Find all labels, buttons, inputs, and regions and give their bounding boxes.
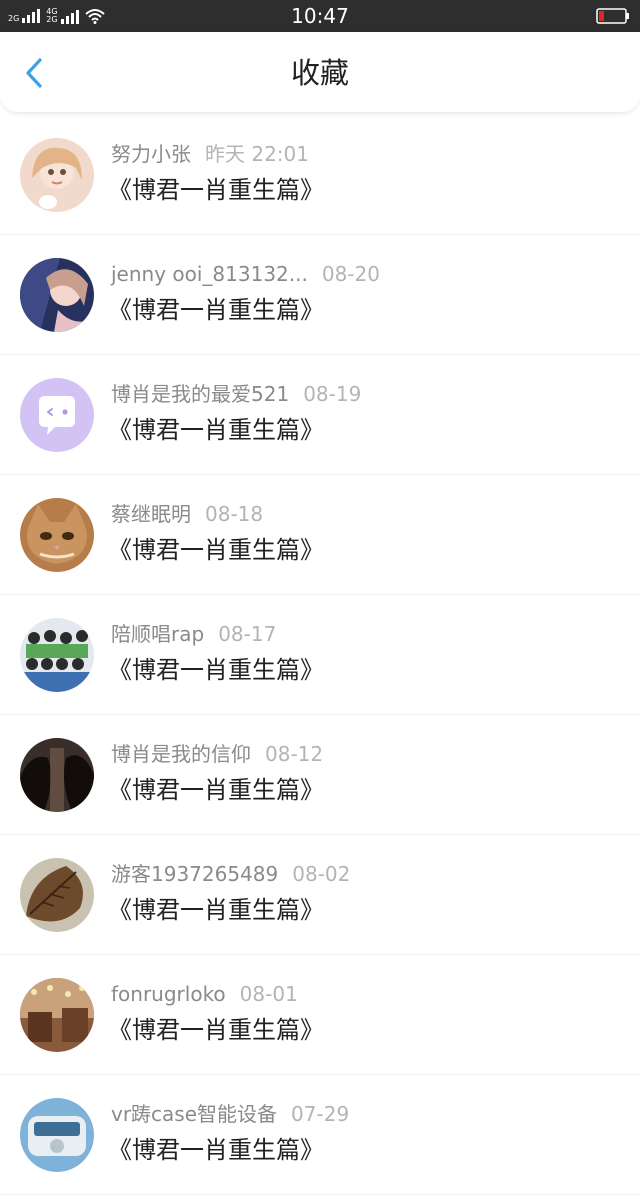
list-item[interactable]: 陪顺唱rap 08-17 《博君一肖重生篇》 (0, 595, 640, 715)
item-time: 昨天 22:01 (205, 142, 309, 166)
item-time: 08-17 (218, 622, 277, 646)
item-meta: fonrugrloko 08-01 (111, 981, 298, 1007)
list-item[interactable]: 游客1937265489 08-02 《博君一肖重生篇》 (0, 835, 640, 955)
item-time: 08-18 (205, 502, 264, 526)
item-time: 07-29 (291, 1102, 350, 1126)
avatar[interactable] (20, 618, 94, 692)
avatar[interactable] (20, 498, 94, 572)
status-bar: 2G 4G 2G 10:47 (0, 0, 640, 32)
item-title[interactable]: 《博君一肖重生篇》 (108, 1015, 324, 1045)
item-username[interactable]: 博肖是我的最爱521 (111, 382, 289, 406)
item-username[interactable]: vr踌case智能设备 (111, 1102, 277, 1126)
favorites-list: 努力小张 昨天 22:01 《博君一肖重生篇》 jenny ooi_813132.… (0, 113, 640, 1195)
item-meta: 博肖是我的最爱521 08-19 (111, 381, 361, 407)
avatar[interactable] (20, 858, 94, 932)
item-time: 08-20 (321, 262, 380, 286)
item-meta: 蔡继眠明 08-18 (111, 501, 263, 527)
list-item[interactable]: 博肖是我的最爱521 08-19 《博君一肖重生篇》 (0, 355, 640, 475)
list-item[interactable]: 蔡继眠明 08-18 《博君一肖重生篇》 (0, 475, 640, 595)
list-item[interactable]: 博肖是我的信仰 08-12 《博君一肖重生篇》 (0, 715, 640, 835)
list-item[interactable]: jenny ooi_813132... 08-20 《博君一肖重生篇》 (0, 235, 640, 355)
item-title[interactable]: 《博君一肖重生篇》 (108, 535, 324, 565)
battery-icon (596, 8, 629, 24)
item-title[interactable]: 《博君一肖重生篇》 (108, 415, 324, 445)
page-title: 收藏 (290, 56, 349, 90)
item-time: 08-02 (292, 862, 351, 886)
item-username[interactable]: 陪顺唱rap (111, 622, 204, 646)
item-username[interactable]: 努力小张 (111, 142, 191, 166)
item-meta: 博肖是我的信仰 08-12 (111, 741, 323, 767)
status-time: 10:47 (291, 4, 349, 28)
item-meta: 陪顺唱rap 08-17 (111, 621, 276, 647)
item-title[interactable]: 《博君一肖重生篇》 (108, 775, 324, 805)
item-username[interactable]: 蔡继眠明 (111, 502, 191, 526)
list-item[interactable]: fonrugrloko 08-01 《博君一肖重生篇》 (0, 955, 640, 1075)
avatar[interactable] (20, 258, 94, 332)
item-title[interactable]: 《博君一肖重生篇》 (108, 175, 324, 205)
item-time: 08-01 (239, 982, 298, 1006)
list-item[interactable]: 努力小张 昨天 22:01 《博君一肖重生篇》 (0, 115, 640, 235)
item-meta: 游客1937265489 08-02 (111, 861, 350, 887)
avatar[interactable] (20, 138, 94, 212)
list-item[interactable]: vr踌case智能设备 07-29 《博君一肖重生篇》 (0, 1075, 640, 1195)
item-title[interactable]: 《博君一肖重生篇》 (108, 1135, 324, 1165)
item-meta: 努力小张 昨天 22:01 (111, 141, 309, 167)
item-username[interactable]: jenny ooi_813132... (111, 262, 308, 286)
item-title[interactable]: 《博君一肖重生篇》 (108, 895, 324, 925)
avatar[interactable] (20, 978, 94, 1052)
item-username[interactable]: 博肖是我的信仰 (111, 742, 251, 766)
item-title[interactable]: 《博君一肖重生篇》 (108, 655, 324, 685)
item-username[interactable]: fonrugrloko (111, 982, 226, 1006)
avatar[interactable] (20, 1098, 94, 1172)
item-time: 08-12 (265, 742, 324, 766)
avatar[interactable] (20, 378, 94, 452)
item-meta: jenny ooi_813132... 08-20 (111, 261, 380, 287)
item-time: 08-19 (303, 382, 362, 406)
avatar[interactable] (20, 738, 94, 812)
item-meta: vr踌case智能设备 07-29 (111, 1101, 349, 1127)
item-username[interactable]: 游客1937265489 (111, 862, 278, 886)
header-bar: 收藏 (0, 32, 640, 113)
item-title[interactable]: 《博君一肖重生篇》 (108, 295, 324, 325)
